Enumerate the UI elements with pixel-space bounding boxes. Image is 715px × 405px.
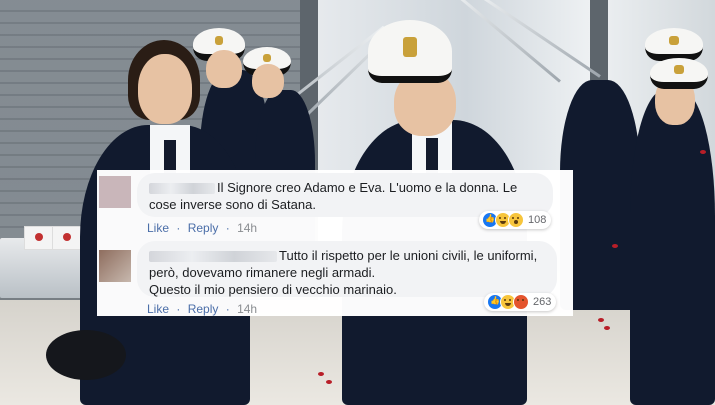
reaction-summary[interactable]: 108 [479, 211, 552, 229]
petal [598, 318, 604, 322]
petal [318, 372, 324, 376]
comment: Tutto il rispetto per le unioni civili, … [97, 238, 573, 316]
wow-icon [508, 212, 524, 228]
gift-box [24, 226, 54, 250]
officer-face [252, 64, 284, 98]
comment-thread: Il Signore creo Adamo e Eva. L'uomo e la… [97, 170, 573, 316]
officer-cap [645, 28, 703, 61]
held-cap [46, 330, 126, 380]
petal [326, 380, 332, 384]
comment-actions: Like · Reply · 14h [147, 221, 261, 235]
angry-icon [513, 294, 529, 310]
redacted-author-name[interactable] [149, 183, 215, 195]
separator: · [225, 302, 230, 316]
woman-right-cap [368, 20, 452, 83]
woman-left-face [138, 54, 192, 124]
avatar[interactable] [99, 176, 131, 208]
officer-face [206, 50, 242, 88]
separator: · [176, 302, 181, 316]
like-link[interactable]: Like [147, 302, 169, 316]
reaction-count: 108 [528, 214, 547, 226]
reply-link[interactable]: Reply [188, 221, 219, 235]
comment-bubble: Tutto il rispetto per le unioni civili, … [137, 241, 557, 297]
comment: Il Signore creo Adamo e Eva. L'uomo e la… [97, 170, 573, 238]
timestamp[interactable]: 14h [237, 221, 257, 235]
like-link[interactable]: Like [147, 221, 169, 235]
petal [604, 326, 610, 330]
gift-box [52, 226, 82, 250]
comment-actions: Like · Reply · 14h [147, 302, 261, 316]
separator: · [225, 221, 230, 235]
comment-text: Il Signore creo Adamo e Eva. L'uomo e la… [149, 180, 518, 212]
comment-text: Tutto il rispetto per le unioni civili, … [149, 248, 538, 297]
petal [700, 150, 706, 154]
timestamp[interactable]: 14h [237, 302, 257, 316]
avatar[interactable] [99, 250, 131, 282]
officer-cap [650, 58, 708, 89]
reaction-count: 263 [533, 296, 552, 308]
reaction-summary[interactable]: 263 [484, 293, 557, 311]
officer [630, 90, 715, 405]
redacted-author-name[interactable] [149, 251, 277, 263]
separator: · [176, 221, 181, 235]
reply-link[interactable]: Reply [188, 302, 219, 316]
petal [612, 244, 618, 248]
